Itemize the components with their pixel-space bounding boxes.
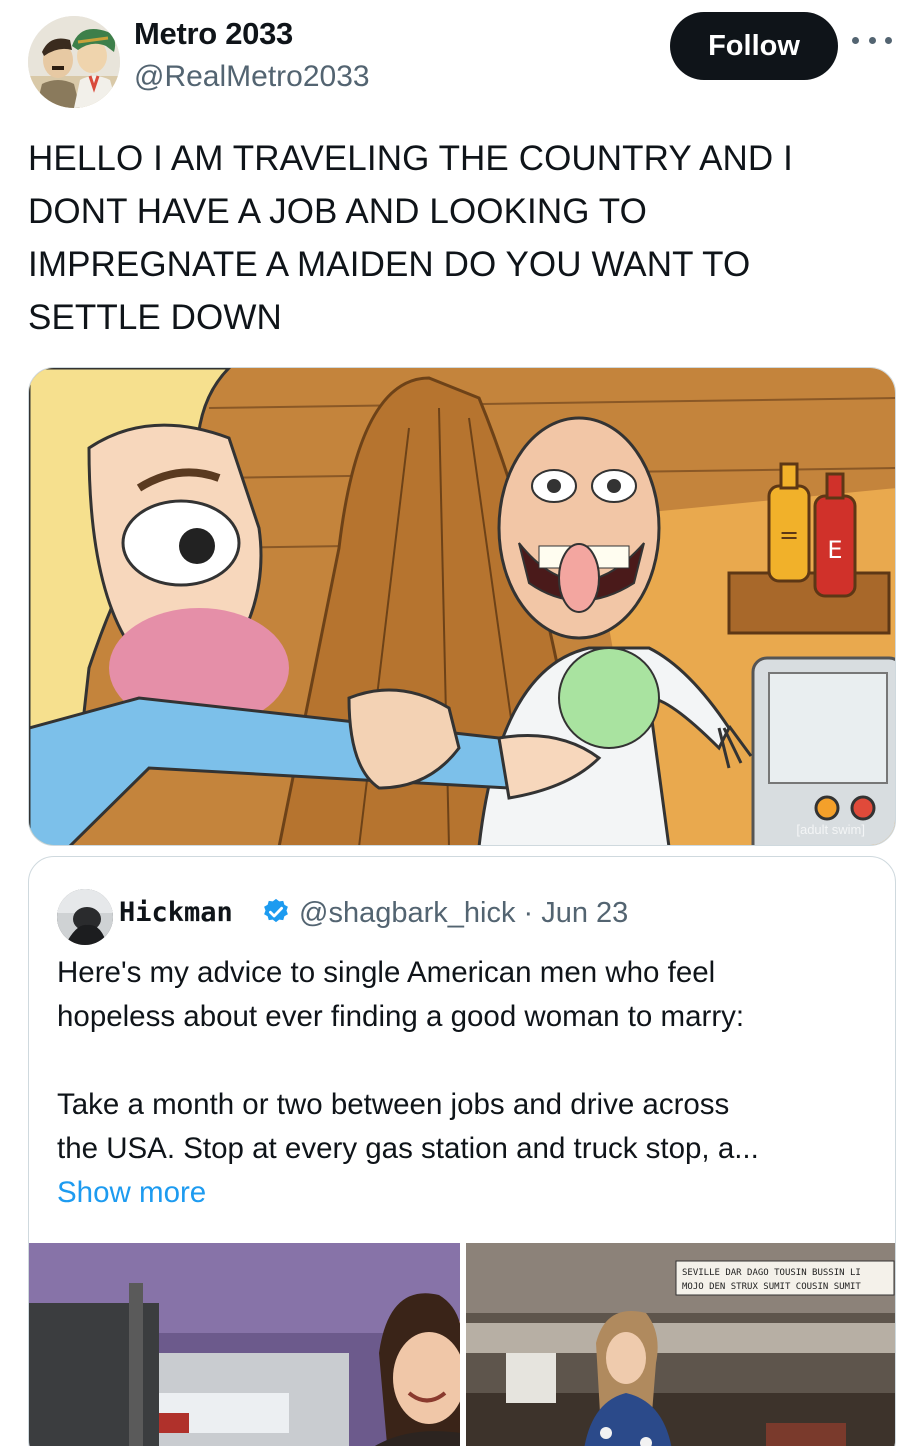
quoted-line: Here's my advice to single American men … bbox=[57, 956, 716, 989]
follow-button[interactable]: Follow bbox=[670, 12, 838, 80]
quoted-line: hopeless about ever finding a good woman… bbox=[57, 1000, 745, 1033]
more-icon[interactable] bbox=[852, 28, 892, 52]
quoted-author-avatar[interactable] bbox=[57, 889, 113, 945]
tweet-media-image[interactable]: = E [adult swim] bbox=[28, 367, 896, 846]
tweet-text: HELLO I AM TRAVELING THE COUNTRY AND I D… bbox=[28, 132, 868, 344]
author-avatar[interactable] bbox=[28, 16, 120, 108]
more-dot bbox=[852, 36, 859, 44]
sign-line-1: SEVILLE DAR DAGO TOUSIN BUSSIN LI bbox=[682, 1268, 861, 1278]
tweet-line: DONT HAVE A JOB AND LOOKING TO bbox=[28, 192, 647, 231]
quoted-text: Here's my advice to single American men … bbox=[57, 951, 877, 1215]
tweet-line: IMPREGNATE A MAIDEN DO YOU WANT TO bbox=[28, 245, 751, 284]
author-display-name[interactable]: Metro 2033 bbox=[134, 16, 293, 52]
quoted-line: Take a month or two between jobs and dri… bbox=[57, 1088, 730, 1121]
quoted-tweet-card[interactable]: Hickman @shagbark_hick · Jun 23 Here's m… bbox=[28, 856, 896, 1446]
quoted-media: SEVILLE DAR DAGO TOUSIN BUSSIN LI MOJO D… bbox=[29, 1243, 895, 1446]
more-dot bbox=[885, 36, 892, 44]
author-handle[interactable]: @RealMetro2033 bbox=[134, 60, 370, 94]
quoted-photo-2[interactable]: SEVILLE DAR DAGO TOUSIN BUSSIN LI MOJO D… bbox=[466, 1243, 895, 1446]
more-dot bbox=[868, 36, 876, 44]
tweet-line: HELLO I AM TRAVELING THE COUNTRY AND I bbox=[28, 139, 793, 178]
quoted-author-name[interactable]: Hickman bbox=[119, 897, 233, 928]
mustard-label: = bbox=[779, 521, 799, 549]
verified-icon bbox=[264, 898, 288, 923]
ketchup-label: E bbox=[827, 536, 842, 564]
sign-line-2: MOJO DEN STRUX SUMIT COUSIN SUMIT bbox=[682, 1282, 861, 1292]
show-more-link[interactable]: Show more bbox=[57, 1171, 206, 1215]
quoted-line: the USA. Stop at every gas station and t… bbox=[57, 1132, 759, 1165]
quoted-photo-1[interactable] bbox=[29, 1243, 460, 1446]
media-watermark: [adult swim] bbox=[796, 822, 865, 837]
tweet-line: SETTLE DOWN bbox=[28, 298, 282, 337]
quoted-handle-date[interactable]: @shagbark_hick · Jun 23 bbox=[299, 897, 628, 930]
